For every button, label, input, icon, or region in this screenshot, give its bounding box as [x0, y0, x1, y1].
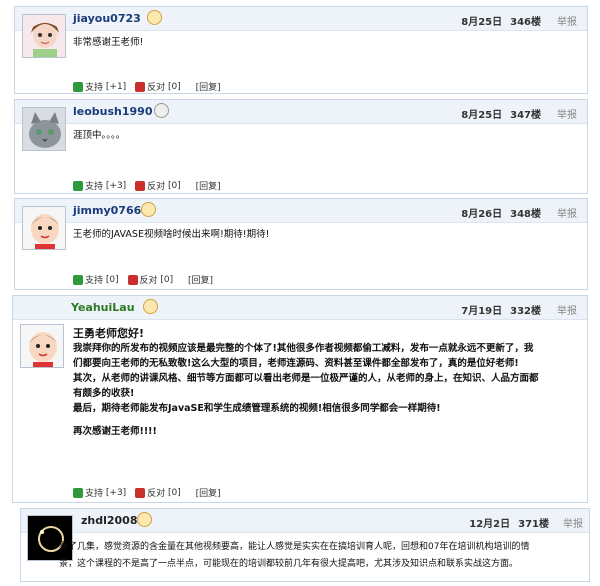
rank-icon — [137, 512, 152, 527]
support-button[interactable]: 支持 — [73, 273, 103, 286]
thumbs-up-icon — [73, 81, 83, 92]
rank-icon — [147, 10, 162, 25]
post-meta: 8月25日 347楼 — [461, 106, 541, 121]
thumbs-down-icon — [135, 180, 146, 191]
content-line: 景，这个课程的不是高了一点半点，可能现在的培训都较前几年有很大提高吧，尤其涉及知… — [59, 559, 519, 569]
post-date: 7月19日 — [461, 306, 503, 317]
username[interactable]: zhdl2008 — [81, 514, 138, 527]
rank-icon — [143, 299, 158, 314]
reply-button[interactable]: [回复] — [196, 486, 221, 499]
post-content: 非常感谢王老师! — [73, 37, 144, 48]
post-content: 涯顶中。。。。 — [73, 130, 126, 141]
content-line: 有颇多的收获! — [73, 388, 135, 399]
support-label: 支持 — [85, 276, 104, 286]
thumbs-down-icon — [135, 487, 146, 498]
content-line: 我崇拜你的所发布的视频应该是最完整的个体了!其他很多作者视频都偷工减料，发布一点… — [73, 343, 534, 354]
post-date: 8月26日 — [461, 209, 503, 220]
thumbs-up-icon — [73, 487, 83, 498]
username[interactable]: leobush1990 — [73, 105, 153, 118]
oppose-button[interactable]: 反对 — [127, 273, 158, 286]
support-count: [+1] — [105, 81, 127, 92]
post-actions: 支持 [+1] 反对 [0] [回复] — [73, 80, 221, 93]
username[interactable]: jimmy0766 — [73, 204, 141, 217]
content-line: 王勇老师您好! — [73, 327, 145, 340]
report-link[interactable]: 举报 — [563, 515, 583, 530]
content-line: 再次感谢王老师!!!! — [73, 426, 157, 437]
avatar[interactable] — [22, 107, 66, 151]
thumbs-down-icon — [127, 274, 138, 285]
reply-button[interactable]: [回复] — [196, 179, 221, 192]
username[interactable]: jiayou0723 — [73, 12, 141, 25]
post-347: leobush1990 8月25日 347楼 举报 涯顶中。。。。 支持 [+3]… — [14, 99, 588, 194]
floor-number: 332楼 — [510, 306, 541, 317]
report-link[interactable]: 举报 — [557, 205, 577, 220]
report-link[interactable]: 举报 — [557, 13, 577, 28]
oppose-count: [0] — [167, 81, 181, 92]
avatar[interactable] — [22, 206, 66, 250]
oppose-label: 反对 — [147, 182, 166, 192]
avatar[interactable] — [22, 14, 66, 58]
support-label: 支持 — [85, 182, 104, 192]
thumbs-up-icon — [73, 274, 83, 285]
floor-number: 347楼 — [510, 110, 541, 121]
support-button[interactable]: 支持 — [73, 80, 103, 93]
oppose-label: 反对 — [147, 83, 166, 93]
post-348: jimmy0766 8月26日 348楼 举报 王老师的JAVASE视频啥时候出来… — [14, 198, 588, 290]
rank-icon — [141, 202, 156, 217]
support-label: 支持 — [85, 83, 104, 93]
post-date: 8月25日 — [461, 110, 503, 121]
oppose-count: [0] — [167, 487, 181, 498]
content-line — [73, 416, 581, 424]
post-371: zhdl2008 12月2日 371楼 举报 看了几集，感觉资源的含金量在其他视频… — [20, 508, 590, 582]
floor-number: 348楼 — [510, 209, 541, 220]
post-meta: 7月19日 332楼 — [461, 302, 541, 317]
rank-icon — [154, 103, 169, 118]
oppose-label: 反对 — [147, 489, 166, 499]
floor-number: 346楼 — [510, 17, 541, 28]
content-line: 最后，期待老师能发布JavaSE和学生成绩管理系统的视频!相信很多同学都会一样期… — [73, 403, 441, 414]
content-line: 其次，从老师的讲课风格、细节等方面都可以看出老师是一位极严谨的人，从老师的身上，… — [73, 373, 539, 384]
post-content: 王勇老师您好! 我崇拜你的所发布的视频应该是最完整的个体了!其他很多作者视频都偷… — [73, 326, 581, 439]
post-332: YeahuiLau 7月19日 332楼 举报 王勇老师您好! 我崇拜你的所发布的… — [12, 295, 588, 503]
support-label: 支持 — [85, 489, 104, 499]
oppose-button[interactable]: 反对 — [135, 179, 165, 192]
support-count: [+3] — [105, 487, 127, 498]
post-date: 8月25日 — [461, 17, 503, 28]
floor-number: 371楼 — [518, 519, 549, 530]
oppose-count: [0] — [167, 180, 181, 191]
reply-button[interactable]: [回复] — [188, 273, 213, 286]
post-date: 12月2日 — [469, 519, 511, 530]
thumbs-down-icon — [135, 81, 146, 92]
post-meta: 8月26日 348楼 — [461, 205, 541, 220]
report-link[interactable]: 举报 — [557, 302, 577, 317]
support-button[interactable]: 支持 — [73, 486, 103, 499]
support-count: [0] — [105, 274, 119, 285]
oppose-label: 反对 — [139, 276, 158, 286]
report-link[interactable]: 举报 — [557, 106, 577, 121]
username[interactable]: YeahuiLau — [71, 301, 135, 314]
post-actions: 支持 [+3] 反对 [0] [回复] — [73, 486, 221, 499]
post-content: 王老师的JAVASE视频啥时候出来啊!期待!期待! — [73, 229, 270, 240]
content-line: 看了几集，感觉资源的含金量在其他视频要高，能让人感觉是实实在在搞培训育人呢，回想… — [59, 542, 530, 552]
post-meta: 12月2日 371楼 — [469, 515, 549, 530]
oppose-button[interactable]: 反对 — [135, 486, 165, 499]
content-line: 们都要向王老师的无私致敬!这么大型的项目，老师连源码、资料甚至课件都全部发布了，… — [73, 358, 519, 369]
oppose-button[interactable]: 反对 — [135, 80, 165, 93]
post-meta: 8月25日 346楼 — [461, 13, 541, 28]
post-actions: 支持 [+3] 反对 [0] [回复] — [73, 179, 221, 192]
oppose-count: [0] — [160, 274, 174, 285]
thumbs-up-icon — [73, 180, 83, 191]
support-count: [+3] — [105, 180, 127, 191]
support-button[interactable]: 支持 — [73, 179, 103, 192]
reply-button[interactable]: [回复] — [196, 80, 221, 93]
avatar[interactable] — [20, 324, 64, 368]
post-actions: 支持 [0] 反对 [0] [回复] — [73, 273, 213, 286]
post-346: jiayou0723 8月25日 346楼 举报 非常感谢王老师! 支持 [+1]… — [14, 6, 588, 94]
post-content: 看了几集，感觉资源的含金量在其他视频要高，能让人感觉是实实在在搞培训育人呢，回想… — [59, 539, 585, 573]
